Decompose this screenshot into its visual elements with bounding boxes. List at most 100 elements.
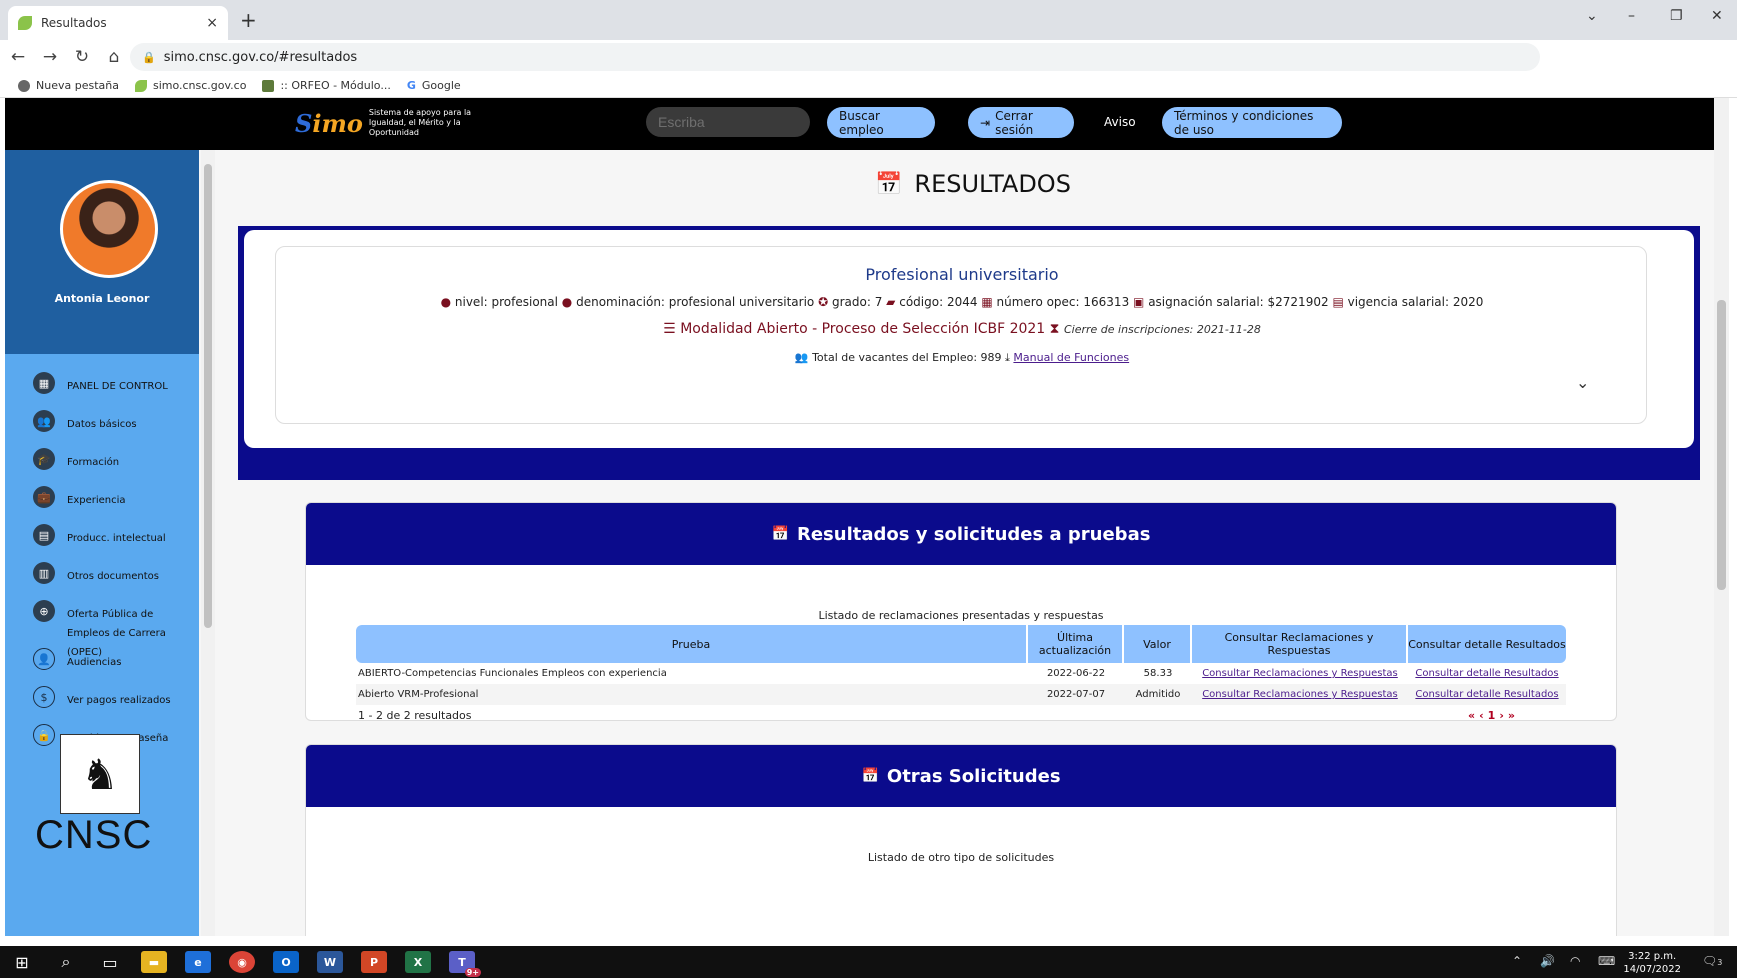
search-icon[interactable]: ⌕ xyxy=(44,952,88,972)
clock[interactable]: 3:22 p.m. 14/07/2022 xyxy=(1623,950,1681,976)
col-prueba[interactable]: Prueba xyxy=(356,625,1028,663)
excel-icon[interactable]: X xyxy=(405,951,431,973)
sidebar-item-pagos[interactable]: $ Ver pagos realizados xyxy=(5,686,199,724)
ticket-icon: ▦ xyxy=(981,295,993,309)
terminos-button[interactable]: Términos y condiciones de uso xyxy=(1162,107,1342,138)
keyboard-icon[interactable]: ⌨ xyxy=(1598,954,1615,968)
money-icon: ▣ xyxy=(1133,295,1145,309)
speaker-person-icon: 👤 xyxy=(33,648,55,670)
lock-icon[interactable]: 🔒 xyxy=(142,51,156,64)
level-icon: ● xyxy=(440,295,452,309)
outlook-icon[interactable]: O xyxy=(273,951,299,973)
restore-icon[interactable]: ❐ xyxy=(1670,8,1683,24)
reclamaciones-link[interactable]: Consultar Reclamaciones y Respuestas xyxy=(1202,668,1398,679)
job-vacantes: 👥 Total de vacantes del Empleo: 989 ⤓ Ma… xyxy=(794,351,1130,364)
file-explorer-icon[interactable]: ▬ xyxy=(141,951,167,973)
grade-icon: ✪ xyxy=(818,295,829,309)
sidebar-item-panel[interactable]: ▦ PANEL DE CONTROL xyxy=(5,372,199,410)
sidebar-item-opec[interactable]: ⊕ Oferta Pública de Empleos de Carrera (O… xyxy=(5,600,199,658)
bookmark-simo[interactable]: simo.cnsc.gov.co xyxy=(134,79,246,92)
cerrar-sesion-button[interactable]: ⇥ Cerrar sesión xyxy=(968,107,1074,138)
simo-logo[interactable]: Simo Sistema de apoyo para la Igualdad, … xyxy=(295,108,509,138)
col-valor[interactable]: Valor xyxy=(1124,625,1192,663)
dollar-icon: $ xyxy=(33,686,55,708)
main-content: 📅 RESULTADOS Profesional universitario ●… xyxy=(215,150,1729,936)
last-page-button[interactable]: » xyxy=(1508,709,1519,720)
edge-icon[interactable]: e xyxy=(185,951,211,973)
url-input[interactable]: 🔒 simo.cnsc.gov.co/#resultados xyxy=(130,43,1540,71)
header-scrollbar[interactable] xyxy=(1714,98,1729,150)
sidebar-scroll-thumb[interactable] xyxy=(204,164,212,628)
brand-tagline: Sistema de apoyo para la Igualdad, el Mé… xyxy=(368,108,472,137)
sidebar-menu: ▦ PANEL DE CONTROL 👥 Datos básicos 🎓 Formac… xyxy=(5,372,199,762)
cell-fecha: 2022-07-07 xyxy=(1028,684,1124,705)
bookmark-nueva[interactable]: Nueva pestaña xyxy=(18,79,119,92)
teams-icon[interactable]: T 9+ xyxy=(449,951,481,977)
back-icon[interactable]: ← xyxy=(4,47,32,67)
briefcase-icon: 💼 xyxy=(33,486,55,508)
reclamaciones-link[interactable]: Consultar Reclamaciones y Respuestas xyxy=(1202,689,1398,700)
first-page-button[interactable]: « xyxy=(1468,709,1479,720)
calendar-icon: ▤ xyxy=(1332,295,1344,309)
other-panel-header: 📅 Otras Solicitudes xyxy=(306,745,1616,807)
search-input[interactable] xyxy=(646,107,810,137)
tab-title: Resultados xyxy=(41,16,107,30)
chevron-down-icon[interactable]: ⌄ xyxy=(1576,373,1589,392)
calendar-check-icon: 📅 xyxy=(771,526,789,542)
forward-icon[interactable]: → xyxy=(36,47,64,67)
main-scroll-thumb[interactable] xyxy=(1717,300,1726,590)
window-close-icon[interactable]: ✕ xyxy=(1711,8,1723,24)
col-reclamaciones[interactable]: Consultar Reclamaciones y Respuestas xyxy=(1192,625,1408,663)
avatar[interactable] xyxy=(60,180,158,278)
aviso-link[interactable]: Aviso xyxy=(1104,115,1136,129)
manual-funciones-link[interactable]: Manual de Funciones xyxy=(1013,351,1129,364)
page-viewport: Simo Sistema de apoyo para la Igualdad, … xyxy=(5,98,1729,936)
powerpoint-icon[interactable]: P xyxy=(361,951,387,973)
tab-close-icon[interactable]: × xyxy=(206,15,218,31)
prev-page-button[interactable]: ‹ xyxy=(1479,709,1488,720)
notifications-icon[interactable]: 🗨3 xyxy=(1702,954,1722,968)
hourglass-icon: ⧗ xyxy=(1049,321,1060,337)
page-1-button[interactable]: 1 xyxy=(1488,709,1500,720)
leaf-icon xyxy=(134,79,147,92)
lock-icon: 🔒 xyxy=(33,724,55,746)
sidebar-item-experiencia[interactable]: 💼 Experiencia xyxy=(5,486,199,524)
people-icon: 👥 xyxy=(33,410,55,432)
sidebar-item-formacion[interactable]: 🎓 Formación xyxy=(5,448,199,486)
book-icon: ▤ xyxy=(33,524,55,546)
col-actualizacion[interactable]: Última actualización xyxy=(1028,625,1124,663)
main-scrollbar[interactable] xyxy=(1714,150,1729,936)
cell-prueba: ABIERTO-Competencias Funcionales Empleos… xyxy=(358,668,667,679)
windows-start-icon[interactable]: ⊞ xyxy=(0,953,44,972)
reload-icon[interactable]: ↻ xyxy=(68,47,96,67)
list-icon: ☰ xyxy=(663,321,676,337)
wifi-icon[interactable]: ◠ xyxy=(1570,954,1580,968)
bookmark-google[interactable]: G Google xyxy=(407,79,461,92)
sidebar-item-documentos[interactable]: ▥ Otros documentos xyxy=(5,562,199,600)
word-icon[interactable]: W xyxy=(317,951,343,973)
table-row: ABIERTO-Competencias Funcionales Empleos… xyxy=(356,663,1566,684)
sidebar-item-produccion[interactable]: ▤ Producc. intelectual xyxy=(5,524,199,562)
tab-resultados[interactable]: Resultados × xyxy=(8,6,228,40)
minimize-icon[interactable]: – xyxy=(1628,8,1635,24)
home-icon[interactable]: ⌂ xyxy=(100,47,128,67)
sidebar-scrollbar[interactable] xyxy=(201,150,215,936)
clock-time: 3:22 p.m. xyxy=(1628,951,1677,962)
chrome-icon[interactable]: ◉ xyxy=(229,951,255,973)
tray-chevron-icon[interactable]: ⌃ xyxy=(1512,954,1522,968)
job-title: Profesional universitario xyxy=(865,265,1059,284)
dashboard-icon: ▦ xyxy=(33,372,55,394)
tab-search-icon[interactable]: ⌄ xyxy=(1586,8,1598,24)
col-detalle[interactable]: Consultar detalle Resultados xyxy=(1408,625,1566,663)
volume-icon[interactable]: 🔊 xyxy=(1540,954,1555,968)
new-tab-button[interactable]: + xyxy=(240,8,257,32)
notification-count: 3 xyxy=(1717,958,1723,967)
bookmarks-bar: Nueva pestaña simo.cnsc.gov.co :: ORFEO … xyxy=(0,74,1737,98)
next-page-button[interactable]: › xyxy=(1499,709,1508,720)
detalle-link[interactable]: Consultar detalle Resultados xyxy=(1415,689,1558,700)
buscar-empleo-button[interactable]: Buscar empleo xyxy=(827,107,935,138)
bookmark-orfeo[interactable]: :: ORFEO - Módulo... xyxy=(262,79,391,92)
sidebar-item-datos[interactable]: 👥 Datos básicos xyxy=(5,410,199,448)
task-view-icon[interactable]: ▭ xyxy=(88,953,132,972)
detalle-link[interactable]: Consultar detalle Resultados xyxy=(1415,668,1558,679)
